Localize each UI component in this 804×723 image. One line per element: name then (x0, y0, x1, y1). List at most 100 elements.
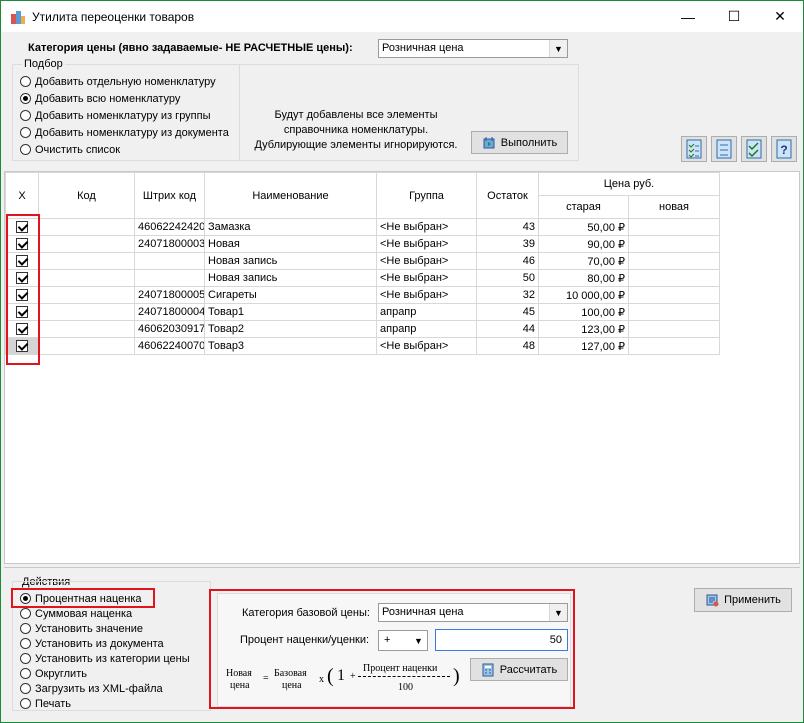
column-header-code[interactable]: Код (38, 172, 135, 219)
cell-stock[interactable]: 43 (476, 218, 539, 236)
radio-button-icon (20, 623, 31, 634)
cell-name[interactable]: Товар2 (204, 320, 377, 338)
cell-stock[interactable]: 44 (476, 320, 539, 338)
table-row[interactable]: 46062030917 Товар2 апрапр 44 123,00 ₽ (5, 320, 720, 338)
column-header-stock[interactable]: Остаток (476, 172, 539, 219)
cell-code[interactable] (38, 235, 135, 253)
cell-group[interactable]: <Не выбран> (376, 218, 477, 236)
cell-code[interactable] (38, 269, 135, 287)
cell-code[interactable] (38, 286, 135, 304)
cell-old[interactable]: 100,00 ₽ (538, 303, 629, 321)
maximize-button[interactable]: ☐ (711, 1, 757, 32)
cell-barcode[interactable]: 46062030917 (134, 320, 205, 338)
cell-old[interactable]: 123,00 ₽ (538, 320, 629, 338)
cell-old[interactable]: 50,00 ₽ (538, 218, 629, 236)
column-header-new-price[interactable]: новая (628, 195, 720, 219)
cell-code[interactable] (38, 320, 135, 338)
uncheck-all-button[interactable] (711, 136, 737, 162)
cell-barcode[interactable] (134, 269, 205, 287)
radio-add-all[interactable]: Добавить всю номенклатуру (20, 91, 180, 106)
column-header-price[interactable]: Цена руб. (538, 172, 720, 196)
cell-old[interactable]: 70,00 ₽ (538, 252, 629, 270)
minimize-button[interactable]: — (665, 1, 711, 32)
cell-barcode[interactable]: 24071800004 (134, 303, 205, 321)
action-radio-3[interactable]: Установить из документа (20, 636, 164, 651)
radio-label: Установить из документа (35, 637, 164, 650)
table-row[interactable]: 46062242420 Замазка <Не выбран> 43 50,00 ₽ (5, 218, 720, 236)
table-row[interactable]: Новая запись <Не выбран> 50 80,00 ₽ (5, 269, 720, 287)
table-row[interactable]: 24071800005 Сигареты <Не выбран> 32 10 000,0… (5, 286, 720, 304)
check-all-button[interactable] (681, 136, 707, 162)
action-radio-6[interactable]: Загрузить из XML-файла (20, 681, 163, 696)
cell-name[interactable]: Новая запись (204, 269, 377, 287)
action-radio-4[interactable]: Установить из категории цены (20, 651, 190, 666)
cell-barcode[interactable]: 46062242420 (134, 218, 205, 236)
cell-code[interactable] (38, 218, 135, 236)
chevron-down-icon: ▼ (549, 40, 567, 57)
cell-stock[interactable]: 48 (476, 337, 539, 355)
cell-stock[interactable]: 46 (476, 252, 539, 270)
cell-stock[interactable]: 32 (476, 286, 539, 304)
cell-group[interactable]: апрапр (376, 303, 477, 321)
column-header-old-price[interactable]: старая (538, 195, 629, 219)
help-button[interactable]: ? (771, 136, 797, 162)
cell-new[interactable] (628, 252, 720, 270)
action-radio-1[interactable]: Суммовая наценка (20, 606, 132, 621)
column-header-group[interactable]: Группа (376, 172, 477, 219)
radio-button-icon (20, 93, 31, 104)
apply-button[interactable]: Применить (694, 588, 792, 612)
cell-old[interactable]: 90,00 ₽ (538, 235, 629, 253)
cell-code[interactable] (38, 337, 135, 355)
cell-new[interactable] (628, 235, 720, 253)
cell-stock[interactable]: 39 (476, 235, 539, 253)
table-row[interactable]: 24071800003 Новая <Не выбран> 39 90,00 ₽ (5, 235, 720, 253)
cell-stock[interactable]: 50 (476, 269, 539, 287)
table-row[interactable]: Новая запись <Не выбран> 46 70,00 ₽ (5, 252, 720, 270)
price-category-select[interactable]: Розничная цена ▼ (378, 39, 568, 58)
cell-barcode[interactable] (134, 252, 205, 270)
cell-new[interactable] (628, 269, 720, 287)
cell-name[interactable]: Замазка (204, 218, 377, 236)
cell-barcode[interactable]: 46062240070 (134, 337, 205, 355)
column-header-name[interactable]: Наименование (204, 172, 377, 219)
radio-add-document[interactable]: Добавить номенклатуру из документа (20, 125, 229, 140)
cell-name[interactable]: Товар1 (204, 303, 377, 321)
cell-old[interactable]: 127,00 ₽ (538, 337, 629, 355)
column-header-barcode[interactable]: Штрих код (134, 172, 205, 219)
cell-old[interactable]: 10 000,00 ₽ (538, 286, 629, 304)
execute-button[interactable]: Выполнить (471, 131, 568, 154)
cell-name[interactable]: Сигареты (204, 286, 377, 304)
column-header-x[interactable]: X (5, 172, 39, 219)
cell-new[interactable] (628, 320, 720, 338)
cell-barcode[interactable]: 24071800003 (134, 235, 205, 253)
radio-button-icon (20, 668, 31, 679)
cell-stock[interactable]: 45 (476, 303, 539, 321)
cell-group[interactable]: <Не выбран> (376, 337, 477, 355)
cell-new[interactable] (628, 218, 720, 236)
cell-barcode[interactable]: 24071800005 (134, 286, 205, 304)
radio-clear-list[interactable]: Очистить список (20, 142, 120, 157)
table-row[interactable]: 24071800004 Товар1 апрапр 45 100,00 ₽ (5, 303, 720, 321)
cell-new[interactable] (628, 337, 720, 355)
invert-check-button[interactable] (741, 136, 767, 162)
radio-add-single[interactable]: Добавить отдельную номенклатуру (20, 74, 216, 89)
close-button[interactable]: ✕ (757, 1, 803, 32)
action-radio-5[interactable]: Округлить (20, 666, 87, 681)
cell-group[interactable]: <Не выбран> (376, 269, 477, 287)
cell-name[interactable]: Товар3 (204, 337, 377, 355)
cell-group[interactable]: апрапр (376, 320, 477, 338)
cell-name[interactable]: Новая (204, 235, 377, 253)
cell-new[interactable] (628, 286, 720, 304)
cell-code[interactable] (38, 303, 135, 321)
radio-add-group[interactable]: Добавить номенклатуру из группы (20, 108, 211, 123)
cell-new[interactable] (628, 303, 720, 321)
cell-name[interactable]: Новая запись (204, 252, 377, 270)
cell-group[interactable]: <Не выбран> (376, 252, 477, 270)
table-row[interactable]: 46062240070 Товар3 <Не выбран> 48 127,00 ₽ (5, 337, 720, 355)
cell-code[interactable] (38, 252, 135, 270)
cell-group[interactable]: <Не выбран> (376, 235, 477, 253)
cell-old[interactable]: 80,00 ₽ (538, 269, 629, 287)
action-radio-2[interactable]: Установить значение (20, 621, 143, 636)
cell-group[interactable]: <Не выбран> (376, 286, 477, 304)
action-radio-7[interactable]: Печать (20, 696, 71, 711)
